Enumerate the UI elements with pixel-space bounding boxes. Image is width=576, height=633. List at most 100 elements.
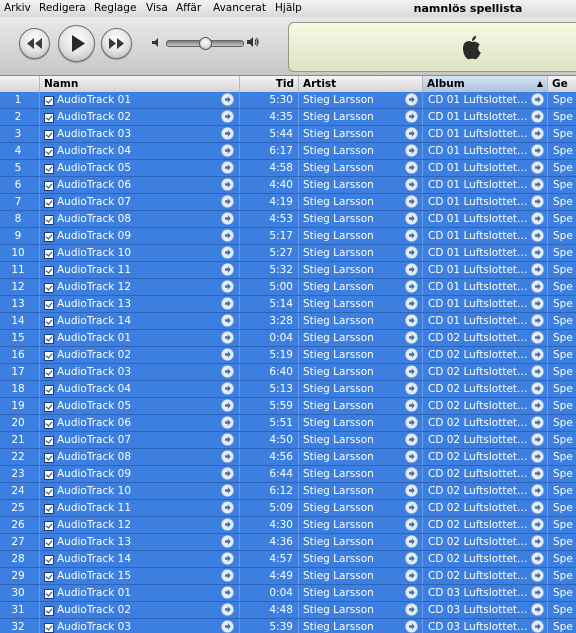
name-link-arrow-icon[interactable] <box>221 586 234 599</box>
artist-link-arrow-icon[interactable] <box>405 110 418 123</box>
album-link-arrow-icon[interactable] <box>531 331 544 344</box>
table-row[interactable]: 18 AudioTrack 04 5:13 Stieg Larsson CD 02 Lu… <box>0 381 576 398</box>
artist-link-arrow-icon[interactable] <box>405 195 418 208</box>
track-checkbox[interactable] <box>44 368 54 378</box>
name-link-arrow-icon[interactable] <box>221 195 234 208</box>
table-row[interactable]: 5 AudioTrack 05 4:58 Stieg Larsson CD 01 Luf… <box>0 160 576 177</box>
track-checkbox[interactable] <box>44 317 54 327</box>
volume-slider-knob[interactable] <box>199 37 212 50</box>
track-checkbox[interactable] <box>44 402 54 412</box>
artist-link-arrow-icon[interactable] <box>405 603 418 616</box>
name-link-arrow-icon[interactable] <box>221 263 234 276</box>
album-link-arrow-icon[interactable] <box>531 450 544 463</box>
artist-link-arrow-icon[interactable] <box>405 484 418 497</box>
track-checkbox[interactable] <box>44 198 54 208</box>
name-link-arrow-icon[interactable] <box>221 348 234 361</box>
track-checkbox[interactable] <box>44 436 54 446</box>
table-row[interactable]: 8 AudioTrack 08 4:53 Stieg Larsson CD 01 Luf… <box>0 211 576 228</box>
previous-track-button[interactable] <box>19 28 50 59</box>
name-link-arrow-icon[interactable] <box>221 620 234 633</box>
artist-link-arrow-icon[interactable] <box>405 382 418 395</box>
menu-reglage[interactable]: Reglage <box>94 2 136 14</box>
name-link-arrow-icon[interactable] <box>221 331 234 344</box>
track-checkbox[interactable] <box>44 419 54 429</box>
volume-slider[interactable] <box>166 37 244 50</box>
table-row[interactable]: 13 AudioTrack 13 5:14 Stieg Larsson CD 01 Lu… <box>0 296 576 313</box>
artist-link-arrow-icon[interactable] <box>405 433 418 446</box>
album-link-arrow-icon[interactable] <box>531 433 544 446</box>
track-checkbox[interactable] <box>44 385 54 395</box>
name-link-arrow-icon[interactable] <box>221 399 234 412</box>
album-link-arrow-icon[interactable] <box>531 484 544 497</box>
album-link-arrow-icon[interactable] <box>531 348 544 361</box>
album-link-arrow-icon[interactable] <box>531 569 544 582</box>
artist-link-arrow-icon[interactable] <box>405 144 418 157</box>
artist-link-arrow-icon[interactable] <box>405 280 418 293</box>
artist-link-arrow-icon[interactable] <box>405 178 418 191</box>
track-checkbox[interactable] <box>44 232 54 242</box>
album-link-arrow-icon[interactable] <box>531 399 544 412</box>
track-checkbox[interactable] <box>44 300 54 310</box>
name-link-arrow-icon[interactable] <box>221 535 234 548</box>
name-link-arrow-icon[interactable] <box>221 246 234 259</box>
menu-visa[interactable]: Visa <box>146 2 168 14</box>
table-row[interactable]: 26 AudioTrack 12 4:30 Stieg Larsson CD 02 Lu… <box>0 517 576 534</box>
table-row[interactable]: 19 AudioTrack 05 5:59 Stieg Larsson CD 02 Lu… <box>0 398 576 415</box>
track-checkbox[interactable] <box>44 504 54 514</box>
next-track-button[interactable] <box>101 28 132 59</box>
album-link-arrow-icon[interactable] <box>531 603 544 616</box>
track-checkbox[interactable] <box>44 147 54 157</box>
name-link-arrow-icon[interactable] <box>221 501 234 514</box>
album-link-arrow-icon[interactable] <box>531 365 544 378</box>
artist-link-arrow-icon[interactable] <box>405 365 418 378</box>
table-row[interactable]: 29 AudioTrack 15 4:49 Stieg Larsson CD 02 Lu… <box>0 568 576 585</box>
column-header-name[interactable]: Namn <box>39 76 239 92</box>
name-link-arrow-icon[interactable] <box>221 467 234 480</box>
album-link-arrow-icon[interactable] <box>531 314 544 327</box>
album-link-arrow-icon[interactable] <box>531 382 544 395</box>
track-checkbox[interactable] <box>44 164 54 174</box>
artist-link-arrow-icon[interactable] <box>405 212 418 225</box>
album-link-arrow-icon[interactable] <box>531 178 544 191</box>
artist-link-arrow-icon[interactable] <box>405 229 418 242</box>
table-row[interactable]: 6 AudioTrack 06 4:40 Stieg Larsson CD 01 Luf… <box>0 177 576 194</box>
table-row[interactable]: 31 AudioTrack 02 4:48 Stieg Larsson CD 03 Lu… <box>0 602 576 619</box>
track-checkbox[interactable] <box>44 606 54 616</box>
album-link-arrow-icon[interactable] <box>531 416 544 429</box>
artist-link-arrow-icon[interactable] <box>405 331 418 344</box>
name-link-arrow-icon[interactable] <box>221 416 234 429</box>
artist-link-arrow-icon[interactable] <box>405 297 418 310</box>
album-link-arrow-icon[interactable] <box>531 297 544 310</box>
track-checkbox[interactable] <box>44 572 54 582</box>
artist-link-arrow-icon[interactable] <box>405 450 418 463</box>
table-row[interactable]: 10 AudioTrack 10 5:27 Stieg Larsson CD 01 Lu… <box>0 245 576 262</box>
track-checkbox[interactable] <box>44 589 54 599</box>
album-link-arrow-icon[interactable] <box>531 620 544 633</box>
album-link-arrow-icon[interactable] <box>531 212 544 225</box>
artist-link-arrow-icon[interactable] <box>405 535 418 548</box>
track-checkbox[interactable] <box>44 181 54 191</box>
album-link-arrow-icon[interactable] <box>531 127 544 140</box>
album-link-arrow-icon[interactable] <box>531 535 544 548</box>
track-checkbox[interactable] <box>44 334 54 344</box>
table-row[interactable]: 21 AudioTrack 07 4:50 Stieg Larsson CD 02 Lu… <box>0 432 576 449</box>
artist-link-arrow-icon[interactable] <box>405 246 418 259</box>
name-link-arrow-icon[interactable] <box>221 450 234 463</box>
name-link-arrow-icon[interactable] <box>221 433 234 446</box>
track-checkbox[interactable] <box>44 113 54 123</box>
album-link-arrow-icon[interactable] <box>531 501 544 514</box>
column-header-time[interactable]: Tid <box>239 76 298 92</box>
menu-arkiv[interactable]: Arkiv <box>4 2 31 14</box>
table-row[interactable]: 17 AudioTrack 03 6:40 Stieg Larsson CD 02 Lu… <box>0 364 576 381</box>
table-row[interactable]: 2 AudioTrack 02 4:35 Stieg Larsson CD 01 Luf… <box>0 109 576 126</box>
menu-avancerat[interactable]: Avancerat <box>213 2 266 14</box>
artist-link-arrow-icon[interactable] <box>405 552 418 565</box>
table-row[interactable]: 16 AudioTrack 02 5:19 Stieg Larsson CD 02 Lu… <box>0 347 576 364</box>
track-checkbox[interactable] <box>44 470 54 480</box>
table-row[interactable]: 27 AudioTrack 13 4:36 Stieg Larsson CD 02 Lu… <box>0 534 576 551</box>
album-link-arrow-icon[interactable] <box>531 161 544 174</box>
menu-affar[interactable]: Affär <box>176 2 201 14</box>
column-header-genre[interactable]: Ge <box>547 76 576 92</box>
table-row[interactable]: 30 AudioTrack 01 0:04 Stieg Larsson CD 03 Lu… <box>0 585 576 602</box>
name-link-arrow-icon[interactable] <box>221 314 234 327</box>
